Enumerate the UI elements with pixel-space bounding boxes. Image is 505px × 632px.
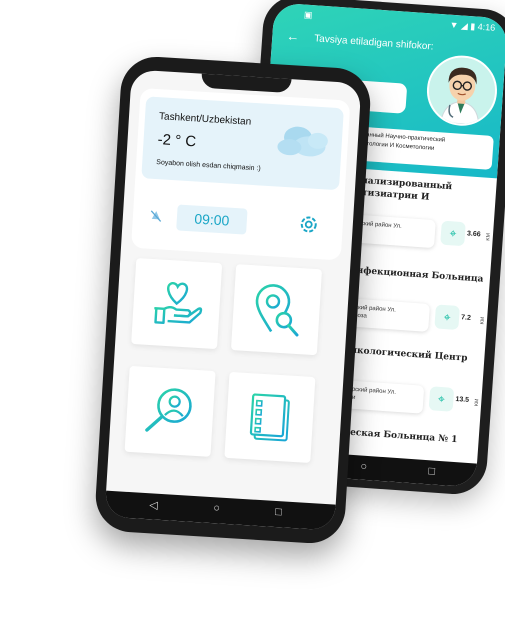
checklist-icon — [249, 393, 290, 442]
recents-button[interactable]: □ — [428, 465, 435, 477]
hospital-name-line: Онкологический Центр — [342, 345, 468, 364]
hospital-name[interactable]: Инфекционная Больница № — [347, 264, 490, 298]
weather-advice: Soyabon olish esdan chiqmasin :) — [156, 159, 261, 173]
tile-health[interactable] — [131, 258, 223, 350]
cloud-icon — [277, 126, 328, 157]
distance-unit: KM — [473, 398, 481, 407]
weather-panel: Tashkent/Uzbekistan -2 ° C Soyabon olish… — [131, 87, 351, 261]
front-phone: Tashkent/Uzbekistan -2 ° C Soyabon olish… — [93, 54, 373, 546]
alarm-time[interactable]: 09:00 — [176, 204, 248, 235]
map-pin-icon[interactable]: ⌖ — [428, 386, 455, 412]
doctor-avatar — [424, 53, 500, 129]
hospital-name[interactable]: ическая Больница № 1 — [336, 426, 458, 446]
distance-value: 7.2 — [460, 314, 472, 322]
distance-value: 13.5 — [455, 395, 470, 404]
home-button[interactable]: ○ — [360, 461, 367, 473]
distance-unit: KM — [485, 232, 492, 241]
phone-notch — [200, 71, 292, 94]
hospital-name[interactable]: циализированный Фтизиатрии И — [353, 174, 452, 205]
front-nav-bar: ◁ ○ □ — [104, 490, 336, 531]
nav-recents-button[interactable]: □ — [275, 506, 282, 518]
weather-temperature: -2 ° C — [157, 131, 197, 151]
status-left-icon: ▣ — [303, 9, 313, 21]
clinic-label: ованный Научно-практический матологии И … — [351, 126, 494, 170]
alarm-off-icon[interactable] — [149, 209, 164, 224]
doctor-search-icon — [145, 388, 192, 432]
map-pin-icon[interactable]: ⌖ — [434, 304, 460, 331]
weather-city: Tashkent/Uzbekistan — [158, 111, 252, 128]
gear-icon[interactable] — [296, 212, 321, 237]
status-bar-right: ▼ ◢ ▮ 4:16 — [449, 19, 496, 33]
weather-card[interactable]: Tashkent/Uzbekistan -2 ° C Soyabon olish… — [141, 96, 344, 191]
front-phone-screen: Tashkent/Uzbekistan -2 ° C Soyabon olish… — [104, 69, 362, 531]
tile-checklist[interactable] — [224, 371, 316, 464]
back-arrow-icon[interactable]: ← — [286, 28, 300, 44]
hospital-name[interactable]: Онкологический Центр — [342, 344, 468, 365]
tile-doctor-search[interactable] — [124, 365, 216, 457]
distance-value: 3.66 — [466, 230, 481, 239]
hospital-name-line: Инфекционная Больница № — [347, 265, 484, 288]
tile-location-search[interactable] — [230, 264, 323, 356]
page-title: Tavsiya etiladigan shifokor: — [313, 33, 434, 53]
map-pin-icon[interactable]: ⌖ — [440, 220, 466, 247]
location-search-icon — [255, 284, 299, 337]
nav-back-button[interactable]: ◁ — [149, 498, 158, 511]
hospital-name-line: ическая Больница № 1 — [336, 426, 458, 446]
heart-hand-icon — [154, 281, 203, 324]
distance-unit: KM — [479, 316, 486, 325]
nav-home-button[interactable]: ○ — [213, 502, 220, 514]
